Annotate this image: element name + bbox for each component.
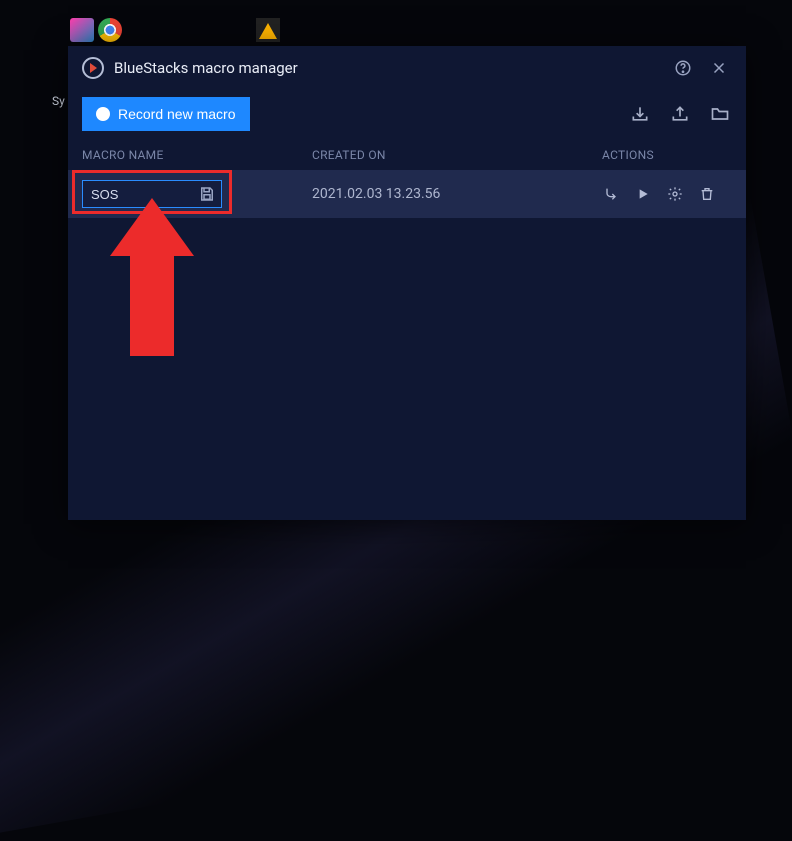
gear-icon[interactable] — [666, 185, 684, 203]
toolbar: Record new macro — [68, 90, 746, 138]
help-icon[interactable] — [670, 55, 696, 81]
record-button-label: Record new macro — [118, 106, 236, 122]
macro-name-cell — [82, 180, 312, 208]
save-icon[interactable] — [198, 185, 216, 203]
macro-actions — [602, 185, 732, 203]
window-title: BlueStacks macro manager — [114, 59, 298, 77]
list-header: MACRO NAME CREATED ON ACTIONS — [68, 138, 746, 170]
col-header-actions: ACTIONS — [602, 148, 732, 162]
desktop-app-icon[interactable] — [70, 18, 94, 42]
play-icon[interactable] — [634, 185, 652, 203]
record-new-macro-button[interactable]: Record new macro — [82, 97, 250, 131]
table-row: 2021.02.03 13.23.56 — [68, 170, 746, 218]
titlebar: BlueStacks macro manager — [68, 46, 746, 90]
desktop-icons — [70, 18, 122, 42]
col-header-created: CREATED ON — [312, 148, 602, 162]
app-icon — [82, 57, 104, 79]
export-icon[interactable] — [668, 102, 692, 126]
desktop-label-fragment: Sy — [52, 94, 65, 108]
merge-icon[interactable] — [602, 185, 620, 203]
record-dot-icon — [96, 107, 110, 121]
import-icon[interactable] — [628, 102, 652, 126]
open-folder-icon[interactable] — [708, 102, 732, 126]
close-icon[interactable] — [706, 55, 732, 81]
desktop-folder-icon[interactable] — [256, 18, 280, 42]
chrome-icon[interactable] — [98, 18, 122, 42]
col-header-name: MACRO NAME — [82, 148, 312, 162]
macro-manager-window: BlueStacks macro manager Record new macr… — [68, 46, 746, 520]
trash-icon[interactable] — [698, 185, 716, 203]
macro-created-on: 2021.02.03 13.23.56 — [312, 186, 602, 202]
